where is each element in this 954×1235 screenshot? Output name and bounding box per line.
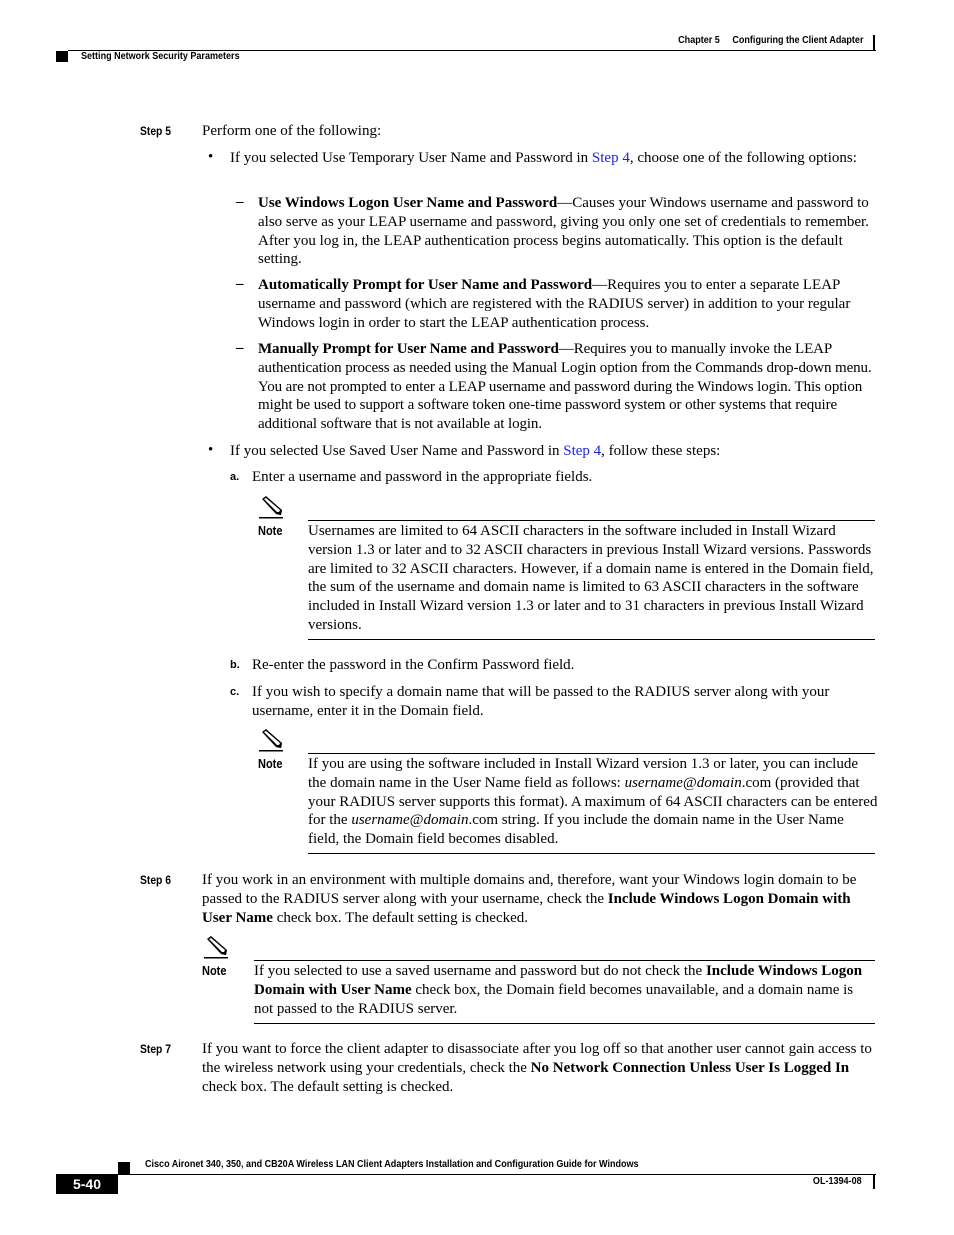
dash-icon: – xyxy=(236,194,244,210)
note-label: Note xyxy=(258,524,283,538)
option-windows-logon: Use Windows Logon User Name and Password… xyxy=(258,195,869,268)
chapter-number: Chapter 5 xyxy=(677,34,720,46)
header-chapter: Chapter 5 Configuring the Client Adapter xyxy=(678,34,863,46)
step-4-link[interactable]: Step 4 xyxy=(592,150,630,166)
step-6-label: Step 6 xyxy=(140,873,171,887)
substep-b-text: Re-enter the password in the Confirm Pas… xyxy=(252,657,575,673)
substep-a-text: Enter a username and password in the app… xyxy=(252,469,593,485)
note-bottom-rule xyxy=(254,1023,875,1024)
bullet-icon: • xyxy=(208,149,214,165)
option-auto-prompt: Automatically Prompt for User Name and P… xyxy=(258,277,851,331)
substep-c-text: If you wish to specify a domain name tha… xyxy=(252,684,830,719)
step-6-text: If you work in an environment with multi… xyxy=(202,872,857,926)
dash-icon: – xyxy=(236,340,244,356)
option-manual-prompt: Manually Prompt for User Name and Passwo… xyxy=(258,341,872,433)
substep-c-letter: c. xyxy=(230,686,240,698)
footer-rule xyxy=(118,1174,876,1175)
bullet-icon: • xyxy=(208,442,214,458)
note-top-rule xyxy=(308,753,875,754)
note-pencil-icon xyxy=(204,936,228,959)
note-domain-unavailable: If you selected to use a saved username … xyxy=(254,963,863,1017)
step-5-label: Step 5 xyxy=(140,124,171,138)
note-top-rule xyxy=(254,960,875,961)
step-5-bullet-1: If you selected Use Temporary User Name … xyxy=(230,150,857,166)
dash-icon: – xyxy=(236,276,244,292)
step-5-bullet-2: If you selected Use Saved User Name and … xyxy=(230,443,721,459)
note-username-limits: Usernames are limited to 64 ASCII charac… xyxy=(308,523,874,633)
footer-doc-number: OL-1394-08 xyxy=(813,1175,862,1187)
note-top-rule xyxy=(308,520,875,521)
footer-right-bar xyxy=(873,1175,875,1189)
footer-book-title: Cisco Aironet 340, 350, and CB20A Wirele… xyxy=(145,1158,639,1170)
note-pencil-icon xyxy=(259,729,283,752)
note-label: Note xyxy=(258,757,283,771)
note-domain-format: If you are using the software included i… xyxy=(308,756,878,848)
note-bottom-rule xyxy=(308,853,875,854)
header-section-marker xyxy=(56,51,68,62)
chapter-title: Configuring the Client Adapter xyxy=(731,34,863,46)
substep-a-letter: a. xyxy=(230,471,240,483)
footer-marker xyxy=(118,1162,130,1174)
step-7-label: Step 7 xyxy=(140,1042,171,1056)
header-right-bar xyxy=(873,35,875,50)
step-7-text: If you want to force the client adapter … xyxy=(202,1041,872,1095)
step-5-intro: Perform one of the following: xyxy=(202,123,382,139)
header-section-title: Setting Network Security Parameters xyxy=(81,50,240,62)
step-4-link[interactable]: Step 4 xyxy=(563,443,601,459)
note-bottom-rule xyxy=(308,639,875,640)
note-pencil-icon xyxy=(259,496,283,519)
page-number: 5-40 xyxy=(56,1174,118,1194)
substep-b-letter: b. xyxy=(230,659,240,671)
note-label: Note xyxy=(202,964,227,978)
